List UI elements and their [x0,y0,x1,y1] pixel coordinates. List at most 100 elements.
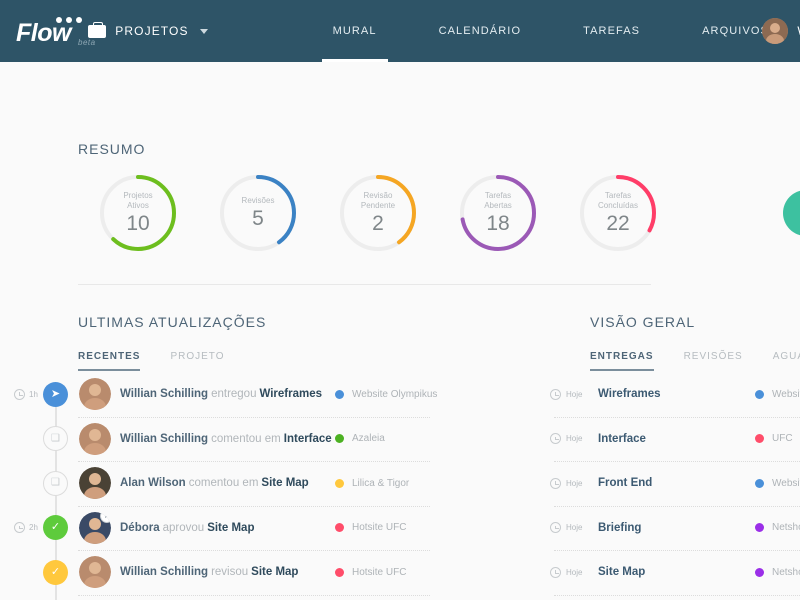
updates-title: ULTIMAS ATUALIZAÇÕES [78,314,267,330]
summary-card-value: 18 [486,211,510,235]
project-tag[interactable]: Azaleia [335,433,385,444]
update-text: Willian Schilling entregou Wireframes [120,388,323,401]
section-divider [78,284,651,285]
project-tag[interactable]: Lilica & Tigor [335,478,409,489]
summary-card[interactable]: Tarefas Abertas 18 [438,172,558,254]
updates-tabs: RECENTES PROJETO [78,351,266,371]
project-tag[interactable]: Netsho [755,522,800,533]
summary-card[interactable]: Projetos Ativos 10 [78,172,198,254]
donut-chart: Revisão Pendente 2 [337,172,419,254]
summary-card-label: Revisão Pendente [360,190,396,210]
project-tag[interactable]: Website [755,478,800,489]
tab-recentes[interactable]: RECENTES [78,351,141,371]
comment-icon: ❑ [43,426,68,452]
summary-card-label: Tarefas Abertas [484,190,512,210]
summary-card-label: Tarefas Concluídas [597,190,639,210]
project-tag[interactable]: UFC [755,433,793,444]
clock-icon [550,433,561,445]
avatar [762,18,789,44]
donut-chart: Tarefas Concluídas 22 [577,172,659,254]
project-color-dot [755,567,764,577]
update-text: Willian Schilling comentou em Interface [120,432,332,445]
overview-item-title: Site Map [598,566,646,579]
project-color-dot [335,434,344,444]
summary-card-value: 2 [372,211,384,235]
summary-card[interactable]: Revisão Pendente 2 [318,172,438,254]
overview-item-title: Front End [598,477,653,490]
update-row[interactable]: 1h ➤ Willian Schilling entregou Wireframes We… [0,372,460,417]
nav-item-mural[interactable]: MURAL [302,0,408,62]
project-tag[interactable]: Website Olympikus [335,389,437,400]
overview-row[interactable]: Hoje Briefing Netsho [540,505,800,551]
nav-item-tarefas[interactable]: TAREFAS [552,0,671,62]
overview-header: VISÃO GERAL ENTREGAS REVISÕES AGUARDANDO R… [590,314,800,371]
summary-card[interactable]: Tarefas Concluídas 22 [558,172,678,254]
star-badge-icon: ★ [100,511,111,523]
summary-card[interactable]: Revisões 5 [198,172,318,254]
row-time: Hoje [550,388,582,400]
summary-donut-row: Projetos Ativos 10 Revisões 5 Revisão Pendente… [78,172,678,254]
update-text: Willian Schilling revisou Site Map [120,566,299,579]
tab-entregas[interactable]: ENTREGAS [590,351,654,371]
overview-row[interactable]: Hoje Interface UFC [540,416,800,462]
update-text: Alan Wilson comentou em Site Map [120,477,309,490]
project-tag[interactable]: Hotsite UFC [335,522,406,533]
project-tag[interactable]: Netsho [755,567,800,578]
updates-header: ULTIMAS ATUALIZAÇÕES RECENTES PROJETO [78,314,266,371]
nav-item-calendário[interactable]: CALENDÁRIO [408,0,553,62]
logo-dots-icon [56,17,82,23]
overview-row[interactable]: HojeFluxogramaLilica & [540,594,800,600]
avatar [79,422,111,455]
project-color-dot [335,523,344,533]
project-color-dot [755,434,764,444]
update-row[interactable]: 2h ✓ ★ Débora aprovou Site Map Hotsite UFC [0,505,460,551]
row-time: Hoje [550,433,582,445]
summary-card-label: Revisões [241,195,275,205]
overview-row[interactable]: Hoje Wireframes Website [540,372,800,417]
comment-icon: ❑ [43,470,68,496]
add-button[interactable]: + [783,190,800,236]
send-icon: ➤ [43,381,68,407]
overview-tabs: ENTREGAS REVISÕES AGUARDANDO REV [590,351,800,371]
top-navigation-bar: Flow beta PROJETOS MURAL CALENDÁRIO TAREFA… [0,0,800,62]
updates-feed: 1h ➤ Willian Schilling entregou Wireframes We… [0,372,460,600]
logo-text: Flow [16,19,71,47]
clock-icon [14,522,25,534]
clock-icon [550,477,561,489]
summary-card-label: Projetos Ativos [123,190,153,210]
avatar [79,378,111,411]
overview-item-title: Interface [598,432,646,445]
update-row[interactable]: 3h❑Hannah Knightcomentou emSite MapDijea… [0,594,460,600]
user-menu[interactable]: Willian S [762,0,800,62]
summary-card-value: 10 [126,211,150,235]
project-tag[interactable]: Hotsite UFC [335,567,406,578]
avatar [79,556,111,589]
tab-projeto[interactable]: PROJETO [170,351,224,371]
tab-revisões[interactable]: REVISÕES [684,351,743,371]
overview-row[interactable]: Hoje Site Map Netsho [540,550,800,595]
donut-chart: Projetos Ativos 10 [97,172,179,254]
row-time: Hoje [550,566,582,578]
clock-icon [14,388,25,400]
update-text: Débora aprovou Site Map [120,521,255,534]
overview-row[interactable]: Hoje Front End Website [540,461,800,506]
summary-card-value: 5 [252,206,264,230]
projects-dropdown-button[interactable]: PROJETOS [88,21,208,38]
check-icon: ✓ [43,559,68,585]
avatar: ★ [79,511,111,544]
briefcase-icon [88,21,107,38]
logo-beta-label: beta [78,38,96,47]
update-row[interactable]: ✓ Willian Schilling revisou Site Map Hotsite… [0,550,460,595]
update-row[interactable]: ❑ Alan Wilson comentou em Site Map Lilica & … [0,461,460,506]
project-tag[interactable]: Website [755,389,800,400]
clock-icon [550,566,561,578]
main-nav: MURAL CALENDÁRIO TAREFAS ARQUIVOS [302,0,800,62]
update-row[interactable]: ❑ Willian Schilling comentou em Interface Az… [0,416,460,462]
row-time: Hoje [550,477,582,489]
logo[interactable]: Flow beta [16,11,95,51]
tab-aguardando-rev[interactable]: AGUARDANDO REV [773,351,800,371]
double-check-icon: ✓ [43,515,68,541]
overview-list: HojeWireframesWebsiteHojeInterfaceUFCHoj… [540,372,800,600]
overview-item-title: Wireframes [598,388,661,401]
clock-icon [550,388,561,400]
